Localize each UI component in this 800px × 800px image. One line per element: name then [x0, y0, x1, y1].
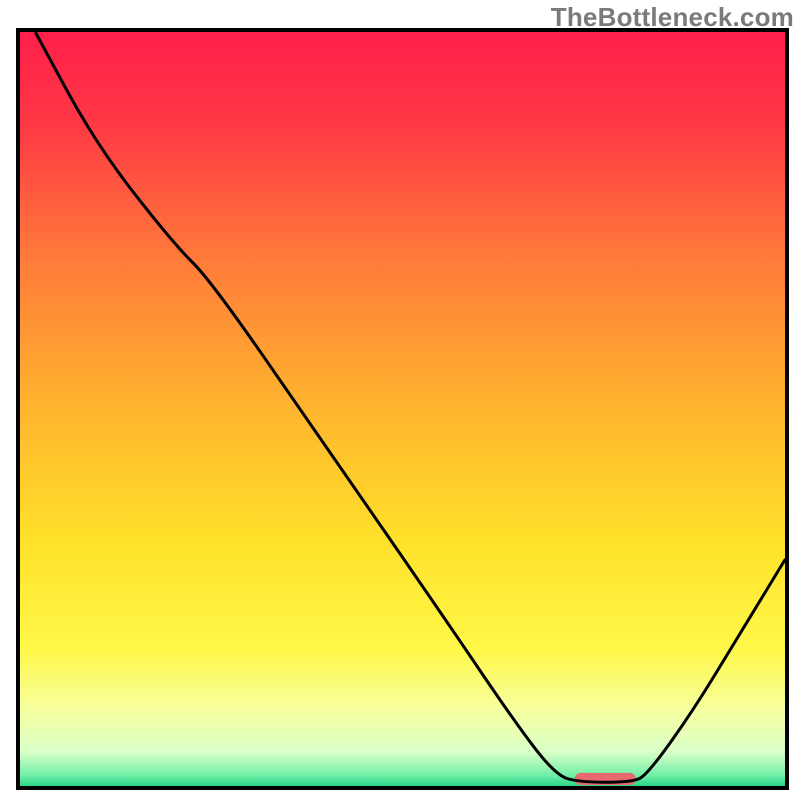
- watermark-text: TheBottleneck.com: [551, 2, 794, 33]
- chart-background-gradient: [20, 32, 785, 786]
- bottleneck-chart: [0, 0, 800, 800]
